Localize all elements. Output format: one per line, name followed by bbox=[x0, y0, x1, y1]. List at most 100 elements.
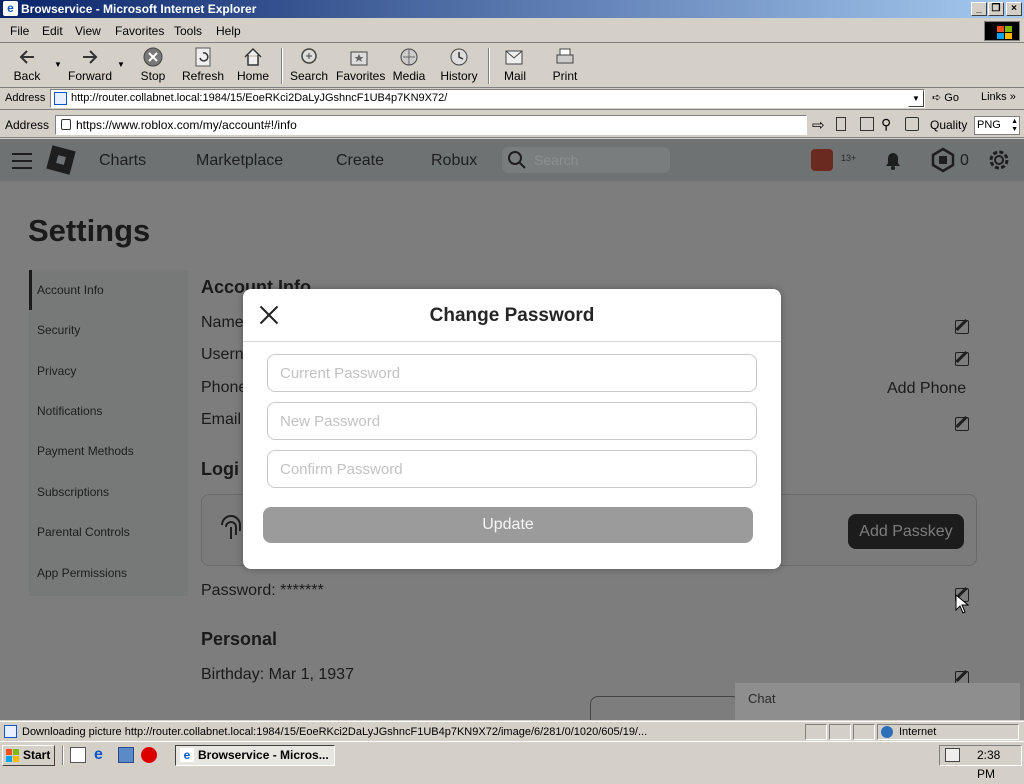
media-button[interactable]: Media bbox=[392, 46, 426, 83]
printer-icon bbox=[554, 46, 576, 68]
edit-name-icon[interactable] bbox=[955, 320, 969, 334]
forward-dropdown-icon[interactable]: ▼ bbox=[117, 60, 125, 69]
add-phone-link[interactable]: Add Phone bbox=[887, 380, 966, 398]
favorites-button[interactable]: Favorites bbox=[336, 46, 385, 83]
globe-icon bbox=[881, 726, 893, 738]
search-icon bbox=[508, 151, 526, 169]
clipboard-icon[interactable] bbox=[905, 117, 919, 131]
edit-email-icon[interactable] bbox=[955, 417, 969, 431]
home-icon bbox=[242, 46, 264, 68]
minimize-button[interactable]: _ bbox=[971, 2, 987, 16]
menu-file[interactable]: File bbox=[10, 24, 29, 38]
zoom-icon[interactable] bbox=[860, 117, 874, 131]
history-button[interactable]: History bbox=[440, 46, 478, 83]
page-viewport: Charts Marketplace Create Robux Search 1… bbox=[0, 139, 1024, 720]
username-label: Usern bbox=[201, 346, 244, 363]
back-arrow-icon bbox=[16, 46, 38, 68]
sidebar-item-account-info[interactable]: Account Info bbox=[37, 283, 104, 297]
current-password-input[interactable] bbox=[267, 354, 757, 392]
refresh-button[interactable]: Refresh bbox=[181, 46, 225, 83]
opera-icon[interactable] bbox=[141, 747, 157, 763]
lock-icon bbox=[61, 119, 71, 130]
refresh-icon bbox=[192, 46, 214, 68]
nav-search-box[interactable]: Search bbox=[502, 147, 670, 173]
chat-label: Chat bbox=[748, 691, 776, 706]
sidebar-item-notifications[interactable]: Notifications bbox=[37, 404, 102, 418]
zone-cell: Internet bbox=[877, 724, 1019, 740]
sidebar-item-security[interactable]: Security bbox=[37, 323, 80, 337]
update-button[interactable]: Update bbox=[263, 507, 753, 543]
links-button[interactable]: Links » bbox=[981, 91, 1016, 103]
mail-button[interactable]: Mail bbox=[500, 46, 530, 83]
robux-icon[interactable] bbox=[930, 147, 956, 173]
scheduler-icon[interactable] bbox=[945, 748, 960, 762]
address-input[interactable]: http://router.collabnet.local:1984/15/Eo… bbox=[50, 89, 925, 108]
start-button[interactable]: Start bbox=[2, 745, 55, 766]
address-dropdown-icon[interactable]: ▼ bbox=[908, 90, 924, 107]
go-button[interactable]: ➪ Go bbox=[932, 91, 959, 104]
page-title: Settings bbox=[28, 213, 151, 248]
mail-icon bbox=[504, 46, 526, 68]
search-label: Search bbox=[290, 69, 329, 83]
nav-marketplace[interactable]: Marketplace bbox=[196, 152, 283, 170]
sidebar-item-parental-controls[interactable]: Parental Controls bbox=[37, 525, 130, 539]
stop-button[interactable]: Stop bbox=[136, 46, 170, 83]
address-label: Address bbox=[5, 92, 46, 104]
home-button[interactable]: Home bbox=[235, 46, 271, 83]
maximize-button[interactable]: ❐ bbox=[988, 2, 1004, 16]
explorer-icon[interactable] bbox=[118, 747, 134, 763]
find-icon[interactable]: ⚲ bbox=[881, 116, 891, 133]
desktop-icon[interactable] bbox=[70, 747, 86, 763]
task-browservice[interactable]: e Browservice - Micros... bbox=[175, 745, 335, 766]
menu-favorites[interactable]: Favorites bbox=[115, 24, 164, 38]
sidebar-item-app-permissions[interactable]: App Permissions bbox=[37, 566, 127, 580]
nav-robux[interactable]: Robux bbox=[431, 152, 477, 170]
gear-icon[interactable] bbox=[986, 147, 1012, 173]
menu-view[interactable]: View bbox=[75, 24, 101, 38]
hamburger-menu-icon[interactable] bbox=[12, 153, 32, 169]
menu-help[interactable]: Help bbox=[216, 24, 241, 38]
edit-username-icon[interactable] bbox=[955, 352, 969, 366]
ie-icon: e bbox=[180, 748, 194, 762]
go-label: Go bbox=[944, 92, 959, 104]
media-icon bbox=[398, 46, 420, 68]
forward-button[interactable]: Forward bbox=[66, 46, 114, 83]
print-button[interactable]: Print bbox=[550, 46, 580, 83]
avatar[interactable] bbox=[811, 149, 833, 171]
nav-create[interactable]: Create bbox=[336, 152, 384, 170]
chat-widget[interactable]: Chat bbox=[735, 683, 1020, 720]
ie-quicklaunch-icon[interactable]: e bbox=[94, 746, 103, 764]
address-url: http://router.collabnet.local:1984/15/Eo… bbox=[71, 92, 448, 104]
back-button[interactable]: Back bbox=[8, 46, 46, 83]
new-password-input[interactable] bbox=[267, 402, 757, 440]
address-bar: Address http://router.collabnet.local:19… bbox=[0, 88, 1024, 110]
clock: 2:38 PM bbox=[977, 748, 1001, 781]
dialog-header: Change Password bbox=[243, 289, 781, 342]
search-icon bbox=[298, 46, 320, 68]
menu-edit[interactable]: Edit bbox=[42, 24, 63, 38]
inner-url-input[interactable]: https://www.roblox.com/my/account#!/info bbox=[55, 115, 807, 135]
add-passkey-button[interactable]: Add Passkey bbox=[848, 514, 964, 549]
stop-icon bbox=[142, 46, 164, 68]
nav-charts[interactable]: Charts bbox=[99, 152, 146, 170]
mail-label: Mail bbox=[503, 69, 526, 83]
password-label: Password: ******* bbox=[201, 582, 324, 599]
roblox-logo-icon[interactable] bbox=[46, 145, 76, 175]
nav-search-placeholder: Search bbox=[534, 152, 579, 168]
bookmark-icon[interactable] bbox=[836, 117, 846, 131]
sidebar-item-privacy[interactable]: Privacy bbox=[37, 364, 76, 378]
sidebar-item-subscriptions[interactable]: Subscriptions bbox=[37, 485, 109, 499]
go-arrow-icon[interactable]: ⇨ bbox=[812, 116, 825, 134]
menu-tools[interactable]: Tools bbox=[174, 24, 202, 38]
start-label: Start bbox=[23, 748, 51, 762]
close-window-button[interactable]: × bbox=[1006, 2, 1022, 16]
sidebar-item-payment-methods[interactable]: Payment Methods bbox=[37, 444, 134, 458]
bell-icon[interactable] bbox=[882, 149, 904, 171]
quality-select[interactable]: PNG ▲ ▼ bbox=[974, 116, 1020, 135]
history-icon bbox=[448, 46, 470, 68]
confirm-password-input[interactable] bbox=[267, 450, 757, 488]
search-button[interactable]: Search bbox=[290, 46, 328, 83]
ie-icon: e bbox=[3, 1, 18, 16]
mouse-cursor-icon bbox=[955, 594, 969, 614]
back-dropdown-icon[interactable]: ▼ bbox=[54, 60, 62, 69]
